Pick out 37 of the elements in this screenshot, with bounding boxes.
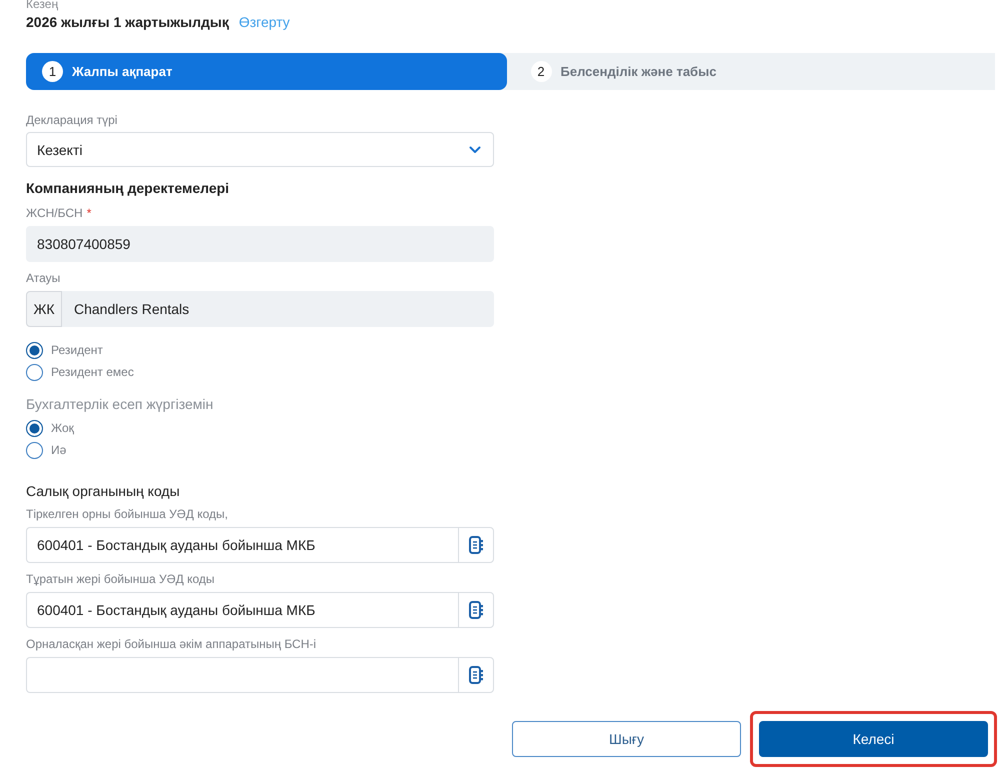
radio-button[interactable] <box>26 442 43 458</box>
lookup-button[interactable] <box>458 592 494 628</box>
step-tab[interactable]: 1 Жалпы ақпарат <box>26 53 506 90</box>
section-title: Компанияның деректемелері <box>26 179 230 197</box>
input-field[interactable] <box>26 657 458 693</box>
radio-button[interactable] <box>26 342 43 358</box>
field-label: Атауы <box>26 271 60 285</box>
field-label: Орналасқан жері бойынша әкім аппаратының БСН-і <box>26 637 316 651</box>
input-prefix: ЖК <box>26 291 62 327</box>
lookup-button[interactable] <box>458 657 494 693</box>
field-label: Тіркелген орны бойынша УӘД коды, <box>26 507 228 521</box>
lookup-button[interactable] <box>458 527 494 563</box>
period-value: 2026 жылғы 1 жартыжылдық <box>26 14 229 30</box>
notebook-icon <box>469 666 483 684</box>
notebook-icon <box>469 536 483 554</box>
radio-label[interactable]: Иә <box>51 443 66 457</box>
group-title: Бухгалтерлік есеп жүргіземін <box>26 395 214 413</box>
field-label: ЖСН/БСН <box>26 206 83 220</box>
section-title: Салық органының коды <box>26 482 181 500</box>
exit-button[interactable]: Шығу <box>512 721 741 757</box>
radio-button[interactable] <box>26 364 43 380</box>
period-label: Кезең <box>26 0 60 10</box>
declaration-type-select[interactable]: Кезекті <box>26 132 494 167</box>
chevron-down-icon <box>469 146 481 154</box>
radio-button[interactable] <box>26 420 43 436</box>
required-asterisk: * <box>86 206 92 220</box>
next-button[interactable]: Келесі <box>759 721 988 757</box>
step-number: 2 <box>530 61 552 82</box>
field-label: Тұратын жері бойынша УӘД коды <box>26 572 215 586</box>
radio-label[interactable]: Жоқ <box>51 421 74 435</box>
field-label: Декларация түрі <box>26 113 118 127</box>
radio-label[interactable]: Резидент <box>51 343 103 357</box>
radio-label[interactable]: Резидент емес <box>51 365 134 379</box>
input-field[interactable]: 600401 - Бостандық ауданы бойынша МКБ <box>26 592 458 628</box>
notebook-icon <box>469 601 483 619</box>
input-field[interactable]: 600401 - Бостандық ауданы бойынша МКБ <box>26 527 458 563</box>
step-number: 1 <box>42 61 63 82</box>
